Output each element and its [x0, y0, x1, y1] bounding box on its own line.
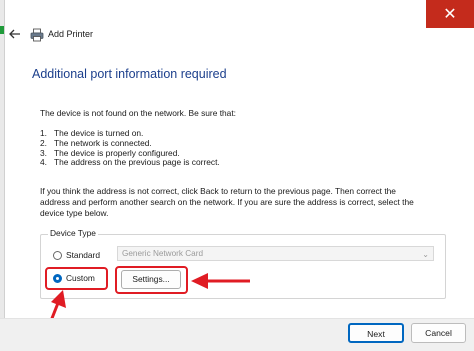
standard-radio[interactable] — [53, 251, 62, 260]
standard-device-value: Generic Network Card — [122, 249, 203, 258]
close-button[interactable]: ✕ — [426, 0, 474, 28]
printer-icon — [30, 28, 44, 42]
settings-highlight-box — [115, 266, 188, 294]
background-indicator — [0, 26, 4, 34]
background-window-edge — [0, 0, 5, 351]
close-icon: ✕ — [443, 6, 457, 23]
list-item: 4. The address on the previous page is co… — [40, 157, 220, 168]
custom-highlight-box — [45, 267, 108, 290]
page-heading: Additional port information required — [32, 67, 227, 81]
intro-text: The device is not found on the network. … — [40, 108, 236, 118]
instructions-text: If you think the address is not correct,… — [40, 186, 414, 218]
cancel-button[interactable]: Cancel — [411, 323, 466, 343]
window-title: Add Printer — [48, 29, 94, 39]
chevron-down-icon: ⌄ — [422, 250, 429, 259]
next-button[interactable]: Next — [348, 323, 404, 343]
checklist: 1. The device is turned on. 2. The network… — [40, 128, 220, 168]
standard-radio-label[interactable]: Standard — [66, 250, 100, 260]
back-arrow-icon[interactable] — [8, 27, 22, 41]
add-printer-window: ✕ Add Printer Additional port informatio… — [0, 0, 474, 351]
device-type-label: Device Type — [48, 228, 98, 238]
standard-device-select: Generic Network Card ⌄ — [117, 246, 434, 261]
